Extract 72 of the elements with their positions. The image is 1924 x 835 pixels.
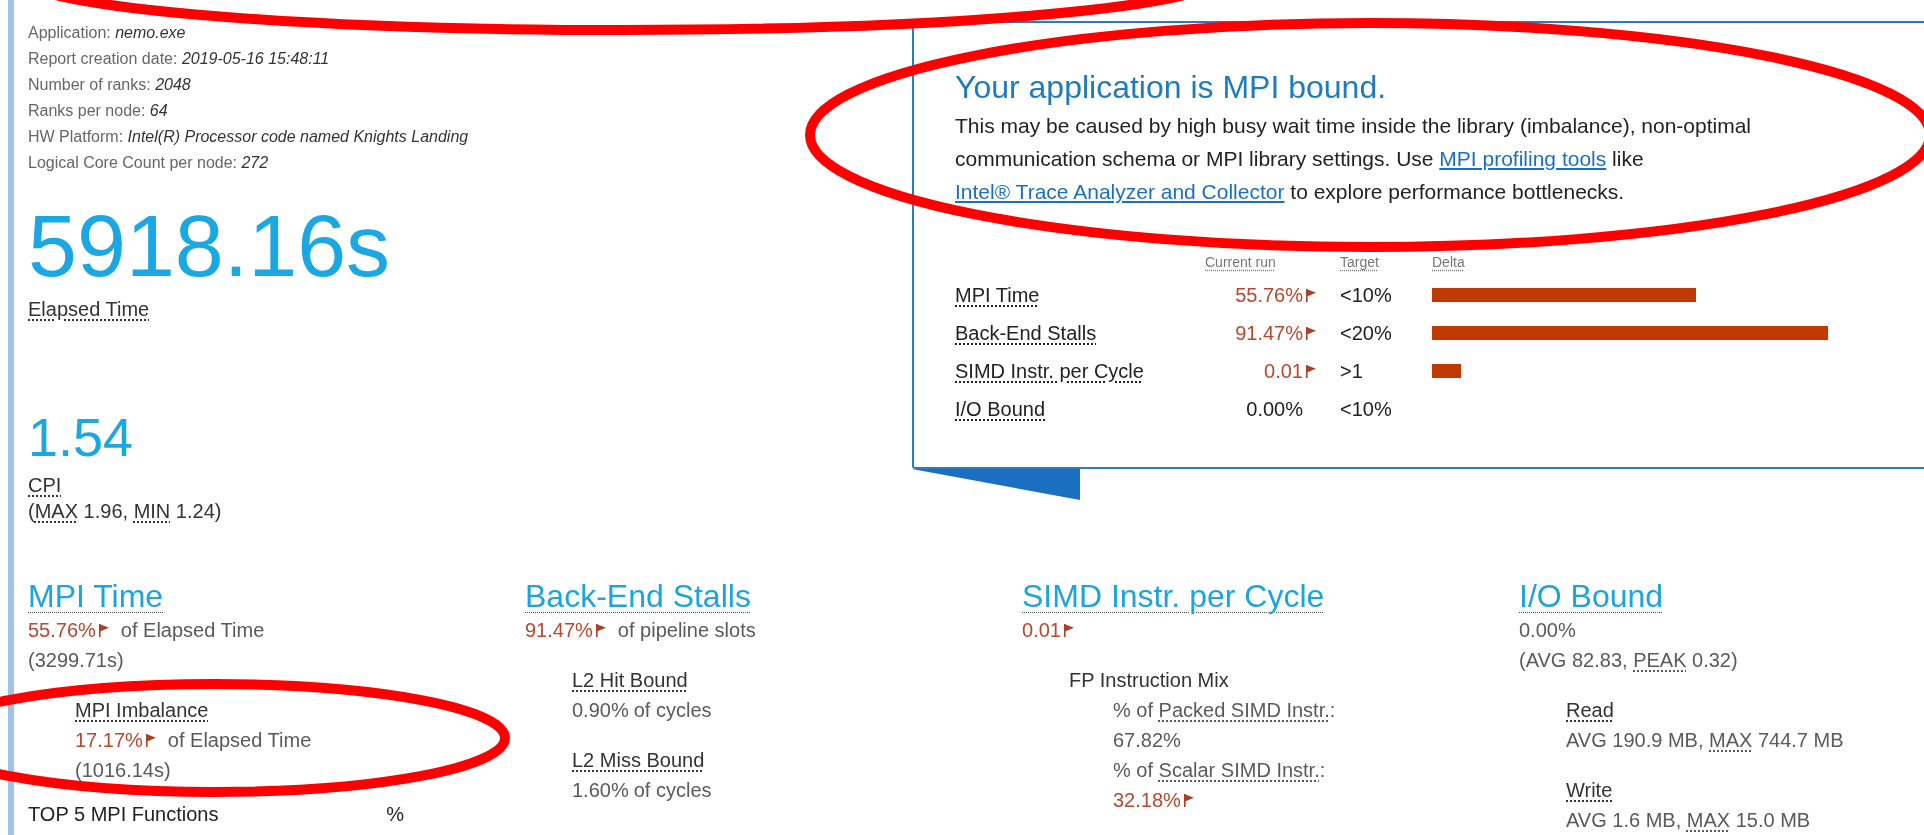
detail-text: AVG 190.9 MB, MAX 744.7 MB [1566, 729, 1844, 751]
flag-icon [1305, 327, 1316, 340]
table-header-cell-text: TOP 5 MPI Functions [28, 802, 219, 827]
metric-heading[interactable]: MPI Time [28, 577, 164, 615]
summary-message: This may be caused by high busy wait time inside the library (imbalance), non-optimal communication schema or MPI library settings. Use MPI profiling tools like Intel® Trace Analyzer and Collector to explore performance bottlenecks. [955, 113, 1753, 205]
detail-text: (AVG 82.83, PEAK 0.32) [1519, 649, 1738, 671]
item-label: % of Scalar SIMD Instr.: [1113, 759, 1326, 781]
flag-icon [1305, 365, 1316, 378]
flag-icon [1305, 289, 1316, 302]
sub-metric-label: Write [1566, 779, 1613, 801]
metric-value: 0.00% [1519, 619, 1576, 641]
flag-icon [1182, 794, 1194, 807]
info-line: Application: nemo.exe [28, 23, 187, 43]
cpi-value: 1.54 [28, 410, 134, 464]
flag-icon [1062, 624, 1074, 637]
table-header-cell-text: % [386, 802, 404, 827]
value-description: of Elapsed Time [120, 619, 265, 641]
sub-metric-value: 17.17% [75, 729, 143, 751]
sub-metric-label: MPI Imbalance [75, 699, 209, 721]
detail-text: (1016.14s) [75, 759, 171, 781]
current-value: 55.76% [1235, 284, 1303, 306]
info-line: Report creation date: 2019-05-16 15:48:11 [28, 49, 331, 69]
value-description: of pipeline slots [617, 619, 756, 641]
metric-label: I/O Bound [955, 397, 1046, 422]
target-value: <10% [1339, 283, 1393, 308]
column-header: Target [1340, 254, 1379, 270]
target-value: <10% [1339, 397, 1393, 422]
detail-text: (3299.71s) [28, 649, 124, 671]
sub-metric-value: 0.90% [572, 699, 629, 721]
metric-label: MPI Time [955, 283, 1040, 308]
metric-label: Back-End Stalls [955, 321, 1097, 346]
metric-heading[interactable]: I/O Bound [1519, 577, 1664, 615]
value-description: of cycles [633, 699, 712, 721]
elapsed-time-value: 5918.16s [28, 202, 391, 290]
sub-metric-value: 1.60% [572, 779, 629, 801]
flag-icon [594, 624, 606, 637]
flag-icon [144, 734, 156, 747]
info-line: Logical Core Count per node: 272 [28, 153, 270, 173]
link[interactable]: MPI profiling tools [1439, 147, 1607, 170]
value-description: of Elapsed Time [167, 729, 312, 751]
info-line: Ranks per node: 64 [28, 101, 169, 121]
sub-metric-label: Read [1566, 699, 1614, 721]
info-line: Number of ranks: 2048 [28, 75, 192, 95]
flag-icon [97, 624, 109, 637]
metric-value: 55.76% [28, 619, 96, 641]
metric-label: CPI [28, 473, 62, 498]
detail-text: AVG 1.6 MB, MAX 15.0 MB [1566, 809, 1811, 831]
sub-metric-label: L2 Hit Bound [572, 669, 688, 691]
current-value: 0.01 [1264, 360, 1303, 382]
link[interactable]: Intel® Trace Analyzer and Collector [955, 180, 1285, 203]
metric-label: Elapsed Time [28, 297, 150, 322]
column-header: Current run [1205, 254, 1276, 270]
info-line: HW Platform: Intel(R) Processor code named Knights Landing [28, 127, 470, 147]
metric-label: SIMD Instr. per Cycle [955, 359, 1144, 384]
group-label: FP Instruction Mix [1069, 669, 1229, 691]
delta-bar [1432, 364, 1461, 378]
sub-metric-label: L2 Miss Bound [572, 749, 705, 771]
item-value: 67.82% [1113, 729, 1181, 751]
item-label: % of Packed SIMD Instr.: [1113, 699, 1336, 721]
target-value: <20% [1339, 321, 1393, 346]
current-value: 91.47% [1235, 322, 1303, 344]
metric-heading[interactable]: SIMD Instr. per Cycle [1022, 577, 1325, 615]
target-value: >1 [1339, 359, 1364, 384]
metric-heading[interactable]: Back-End Stalls [525, 577, 751, 615]
cpi-range: (MAX 1.96, MIN 1.24) [28, 499, 222, 524]
metric-value: 0.01 [1022, 619, 1061, 641]
column-header: Delta [1432, 254, 1465, 270]
item-value: 32.18% [1113, 789, 1181, 811]
summary-title: Your application is MPI bound. [955, 68, 1387, 107]
current-value: 0.00% [1246, 398, 1303, 420]
value-description: of cycles [633, 779, 712, 801]
metric-value: 91.47% [525, 619, 593, 641]
